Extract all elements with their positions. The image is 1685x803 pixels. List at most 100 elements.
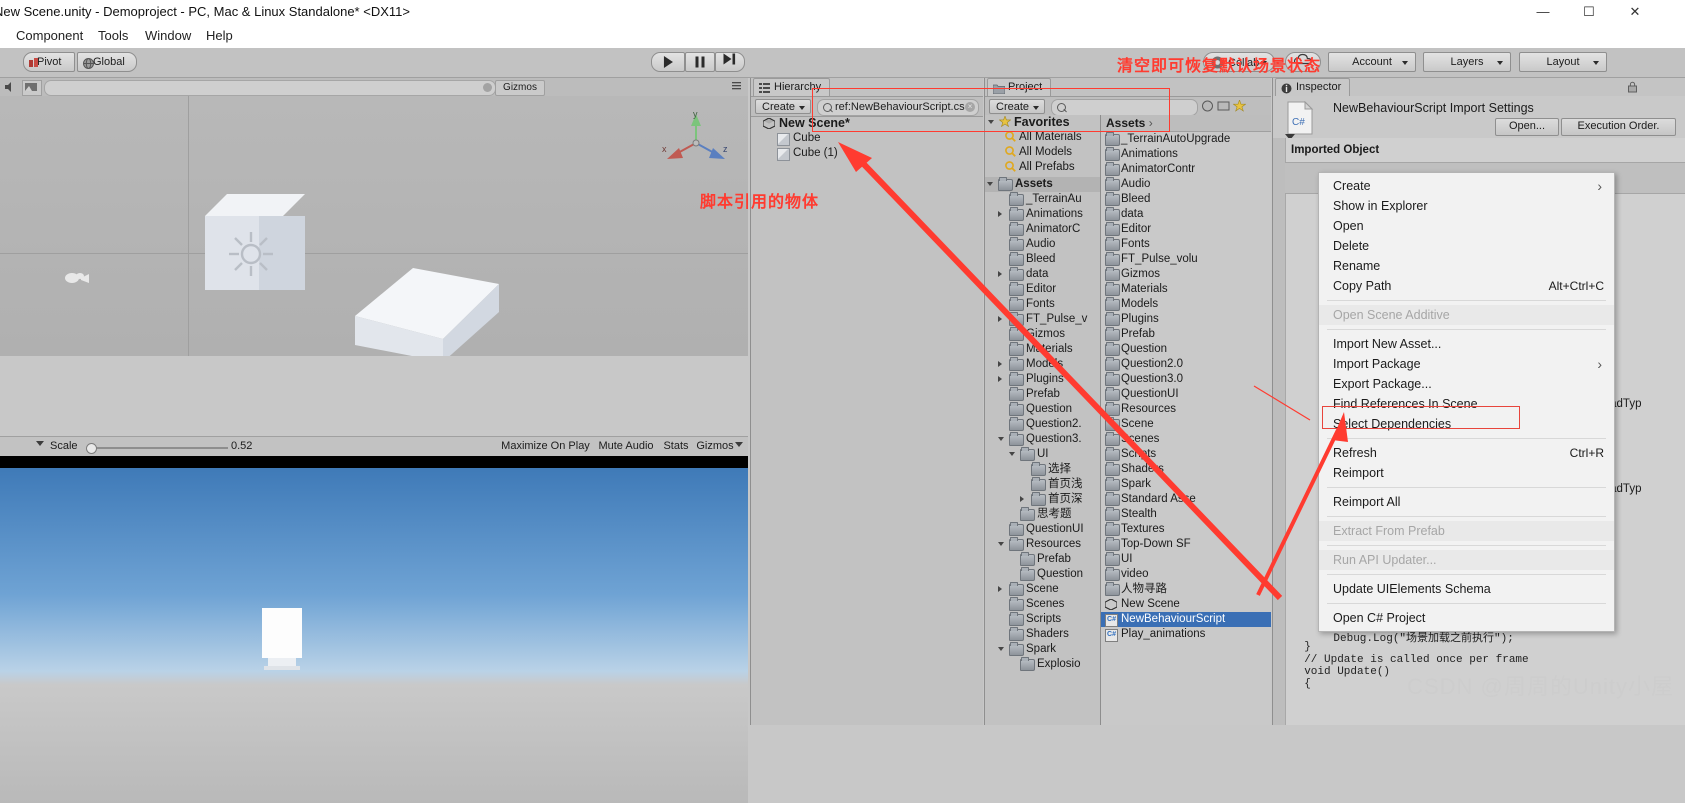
asset-row[interactable]: Models bbox=[1101, 297, 1271, 312]
project-tree-row[interactable]: Spark bbox=[985, 642, 1100, 657]
asset-row[interactable]: Fonts bbox=[1101, 237, 1271, 252]
project-tree-row[interactable]: Question3. bbox=[985, 432, 1100, 447]
maximize-on-play-button[interactable]: Maximize On Play bbox=[498, 439, 593, 454]
triangle-right-icon[interactable] bbox=[998, 376, 1002, 382]
project-tree-row[interactable]: 首页深 bbox=[985, 492, 1100, 507]
menu-tools[interactable]: Tools bbox=[90, 27, 136, 45]
project-tree-row[interactable]: 思考题 bbox=[985, 507, 1100, 522]
asset-row[interactable]: C# Play_animations bbox=[1101, 627, 1271, 642]
layout-dropdown[interactable]: Layout bbox=[1519, 52, 1607, 72]
project-tree-row[interactable]: FT_Pulse_v bbox=[985, 312, 1100, 327]
project-tree-row[interactable]: Question bbox=[985, 402, 1100, 417]
asset-row[interactable]: Animations bbox=[1101, 147, 1271, 162]
asset-row[interactable]: Scripts bbox=[1101, 447, 1271, 462]
project-tree-row[interactable]: QuestionUI bbox=[985, 522, 1100, 537]
asset-row[interactable]: QuestionUI bbox=[1101, 387, 1271, 402]
account-button[interactable]: Account bbox=[1328, 52, 1416, 72]
asset-row[interactable]: FT_Pulse_volu bbox=[1101, 252, 1271, 267]
triangle-right-icon[interactable] bbox=[1020, 496, 1024, 502]
pause-button[interactable] bbox=[685, 52, 715, 72]
asset-row[interactable]: Spark bbox=[1101, 477, 1271, 492]
triangle-down-icon[interactable] bbox=[998, 437, 1004, 444]
triangle-down-icon[interactable] bbox=[987, 182, 993, 189]
scene-cube-2[interactable] bbox=[347, 222, 500, 356]
project-tree-row[interactable]: UI bbox=[985, 447, 1100, 462]
asset-row[interactable]: Scenes bbox=[1101, 432, 1271, 447]
context-menu-item[interactable]: Rename bbox=[1319, 256, 1614, 276]
tab-inspector[interactable]: Inspector bbox=[1275, 78, 1351, 97]
asset-row[interactable]: Resources bbox=[1101, 402, 1271, 417]
project-tree-row[interactable]: Animations bbox=[985, 207, 1100, 222]
hierarchy-item-cube[interactable]: Cube bbox=[751, 131, 983, 146]
scene-cube-1[interactable] bbox=[205, 194, 305, 290]
play-button[interactable] bbox=[651, 52, 685, 72]
project-tree-row[interactable]: _TerrainAu bbox=[985, 192, 1100, 207]
asset-row[interactable]: Textures bbox=[1101, 522, 1271, 537]
scene-axis-gizmo[interactable]: y x z bbox=[662, 109, 730, 176]
project-tree-row[interactable]: Prefab bbox=[985, 387, 1100, 402]
window-minimize-button[interactable]: — bbox=[1520, 0, 1566, 24]
asset-row[interactable]: Standard Asse bbox=[1101, 492, 1271, 507]
scene-lighting-button[interactable] bbox=[22, 80, 42, 96]
menu-component[interactable]: Component bbox=[8, 27, 91, 45]
project-tree-row[interactable]: Plugins bbox=[985, 372, 1100, 387]
lock-icon[interactable] bbox=[1627, 81, 1638, 93]
triangle-right-icon[interactable] bbox=[998, 316, 1002, 322]
gizmos-dropdown-icon[interactable] bbox=[735, 442, 743, 447]
project-tree-row[interactable]: Fonts bbox=[985, 297, 1100, 312]
asset-row[interactable]: Question bbox=[1101, 342, 1271, 357]
global-toggle-button[interactable]: Global bbox=[77, 52, 137, 72]
context-menu-item[interactable]: Show in Explorer bbox=[1319, 196, 1614, 216]
menu-window[interactable]: Window bbox=[137, 27, 199, 45]
project-tree-row[interactable]: Materials bbox=[985, 342, 1100, 357]
asset-row[interactable]: UI bbox=[1101, 552, 1271, 567]
project-tree-row[interactable]: data bbox=[985, 267, 1100, 282]
project-favorite-icon[interactable] bbox=[1232, 99, 1247, 112]
layers-dropdown[interactable]: Layers bbox=[1423, 52, 1511, 72]
pivot-toggle-button[interactable]: Pivot bbox=[23, 52, 75, 72]
execution-order-button[interactable]: Execution Order. bbox=[1561, 118, 1676, 136]
context-menu-item[interactable]: Reimport All bbox=[1319, 492, 1614, 512]
asset-row[interactable]: video bbox=[1101, 567, 1271, 582]
scene-search-input[interactable] bbox=[44, 80, 496, 96]
game-gizmos-button[interactable]: Gizmos bbox=[694, 439, 736, 454]
asset-row[interactable]: Question2.0 bbox=[1101, 357, 1271, 372]
asset-row[interactable]: Top-Down SF bbox=[1101, 537, 1271, 552]
asset-row[interactable]: Prefab bbox=[1101, 327, 1271, 342]
asset-row[interactable]: Bleed bbox=[1101, 192, 1271, 207]
project-tree-row[interactable]: Editor bbox=[985, 282, 1100, 297]
project-tree-row[interactable]: Audio bbox=[985, 237, 1100, 252]
triangle-down-icon[interactable] bbox=[998, 647, 1004, 654]
open-button[interactable]: Open... bbox=[1495, 118, 1559, 136]
project-tree-row[interactable]: Prefab bbox=[985, 552, 1100, 567]
scale-slider-track[interactable] bbox=[88, 447, 228, 449]
menu-help[interactable]: Help bbox=[198, 27, 241, 45]
favorite-all-models[interactable]: All Models bbox=[985, 145, 1100, 160]
scale-slider-knob[interactable] bbox=[86, 443, 97, 454]
project-tree-row[interactable]: Question bbox=[985, 567, 1100, 582]
asset-row[interactable]: Stealth bbox=[1101, 507, 1271, 522]
game-viewport[interactable] bbox=[0, 456, 748, 803]
project-tree-row[interactable]: Shaders bbox=[985, 627, 1100, 642]
project-tree-row[interactable]: Models bbox=[985, 357, 1100, 372]
scene-menu-icon[interactable] bbox=[732, 81, 744, 92]
window-maximize-button[interactable]: ☐ bbox=[1566, 0, 1612, 24]
mute-audio-button[interactable]: Mute Audio bbox=[594, 439, 658, 454]
project-assets-panel[interactable]: Assets › _TerrainAutoUpgrade Animations An… bbox=[1101, 115, 1271, 725]
triangle-down-icon[interactable] bbox=[998, 542, 1004, 549]
asset-row[interactable]: C# NewBehaviourScript bbox=[1101, 612, 1271, 627]
context-menu[interactable]: Create › Show in Explorer Open Delete Rename C… bbox=[1318, 172, 1615, 632]
favorite-all-prefabs[interactable]: All Prefabs bbox=[985, 160, 1100, 175]
context-menu-item[interactable]: Reimport bbox=[1319, 463, 1614, 483]
asset-row[interactable]: New Scene bbox=[1101, 597, 1271, 612]
context-menu-item[interactable]: Delete bbox=[1319, 236, 1614, 256]
project-filter-icon[interactable] bbox=[1201, 100, 1214, 112]
asset-row[interactable]: Scene bbox=[1101, 417, 1271, 432]
clear-icon[interactable] bbox=[483, 83, 492, 92]
context-menu-item[interactable]: Update UIElements Schema bbox=[1319, 579, 1614, 599]
project-tree-row[interactable]: Resources bbox=[985, 537, 1100, 552]
triangle-down-icon[interactable] bbox=[1009, 452, 1015, 459]
triangle-right-icon[interactable] bbox=[998, 361, 1002, 367]
project-tree-row[interactable]: 选择 bbox=[985, 462, 1100, 477]
project-tree-panel[interactable]: Favorites All Materials All Models All P… bbox=[985, 115, 1101, 725]
